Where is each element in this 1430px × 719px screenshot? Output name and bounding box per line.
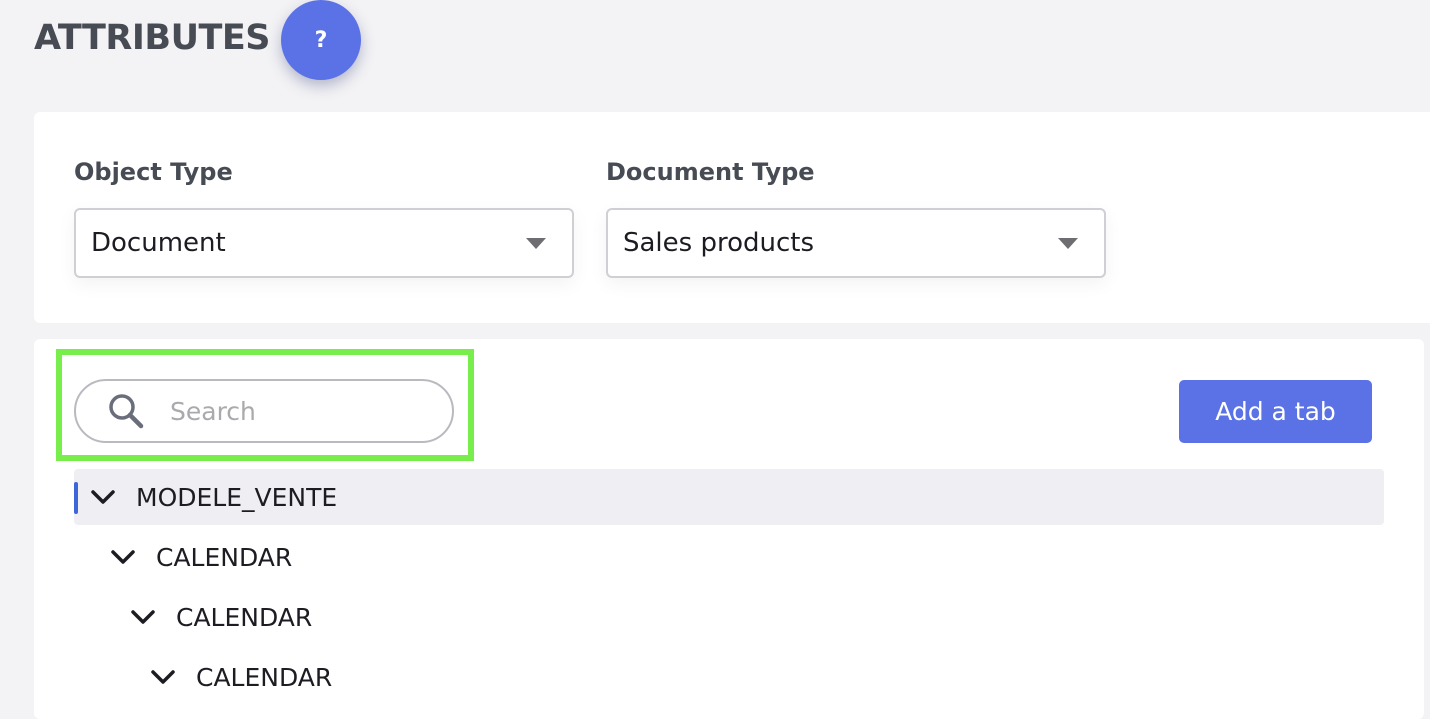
tree-node-calendar[interactable]: CALENDAR <box>110 529 292 585</box>
tree-node-label: CALENDAR <box>196 662 333 692</box>
filters-card: Object Type Document Document Type Sales… <box>34 112 1430 323</box>
object-type-label: Object Type <box>74 158 233 186</box>
search-icon <box>109 394 144 429</box>
tree-node-label: CALENDAR <box>176 602 313 632</box>
tree-node-calendar[interactable]: CALENDAR <box>130 589 312 645</box>
tree-node-calendar[interactable]: CALENDAR <box>150 649 332 705</box>
chevron-down-icon[interactable] <box>90 489 116 505</box>
caret-down-icon <box>1058 237 1078 249</box>
tree-node-label: MODELE_VENTE <box>136 482 338 512</box>
add-tab-button[interactable]: Add a tab <box>1179 380 1372 443</box>
chevron-down-icon[interactable] <box>130 609 156 625</box>
caret-down-icon <box>526 237 546 249</box>
document-type-select[interactable]: Sales products <box>606 208 1106 278</box>
object-type-select[interactable]: Document <box>74 208 574 278</box>
chevron-down-icon[interactable] <box>150 669 176 685</box>
document-type-value: Sales products <box>623 228 815 258</box>
document-type-filter: Document Type Sales products <box>606 158 1106 278</box>
help-button[interactable]: ? <box>281 0 361 80</box>
document-type-label: Document Type <box>606 158 815 186</box>
chevron-down-icon[interactable] <box>110 549 136 565</box>
page-title: ATTRIBUTES <box>34 18 270 58</box>
object-type-filter: Object Type Document <box>74 158 574 278</box>
help-button-label: ? <box>314 27 328 53</box>
object-type-value: Document <box>91 228 226 258</box>
search-box[interactable] <box>74 379 454 443</box>
tree-node-modele-vente[interactable]: MODELE_VENTE <box>74 469 1384 525</box>
tree-node-label: CALENDAR <box>156 542 293 572</box>
search-input[interactable] <box>170 396 420 426</box>
